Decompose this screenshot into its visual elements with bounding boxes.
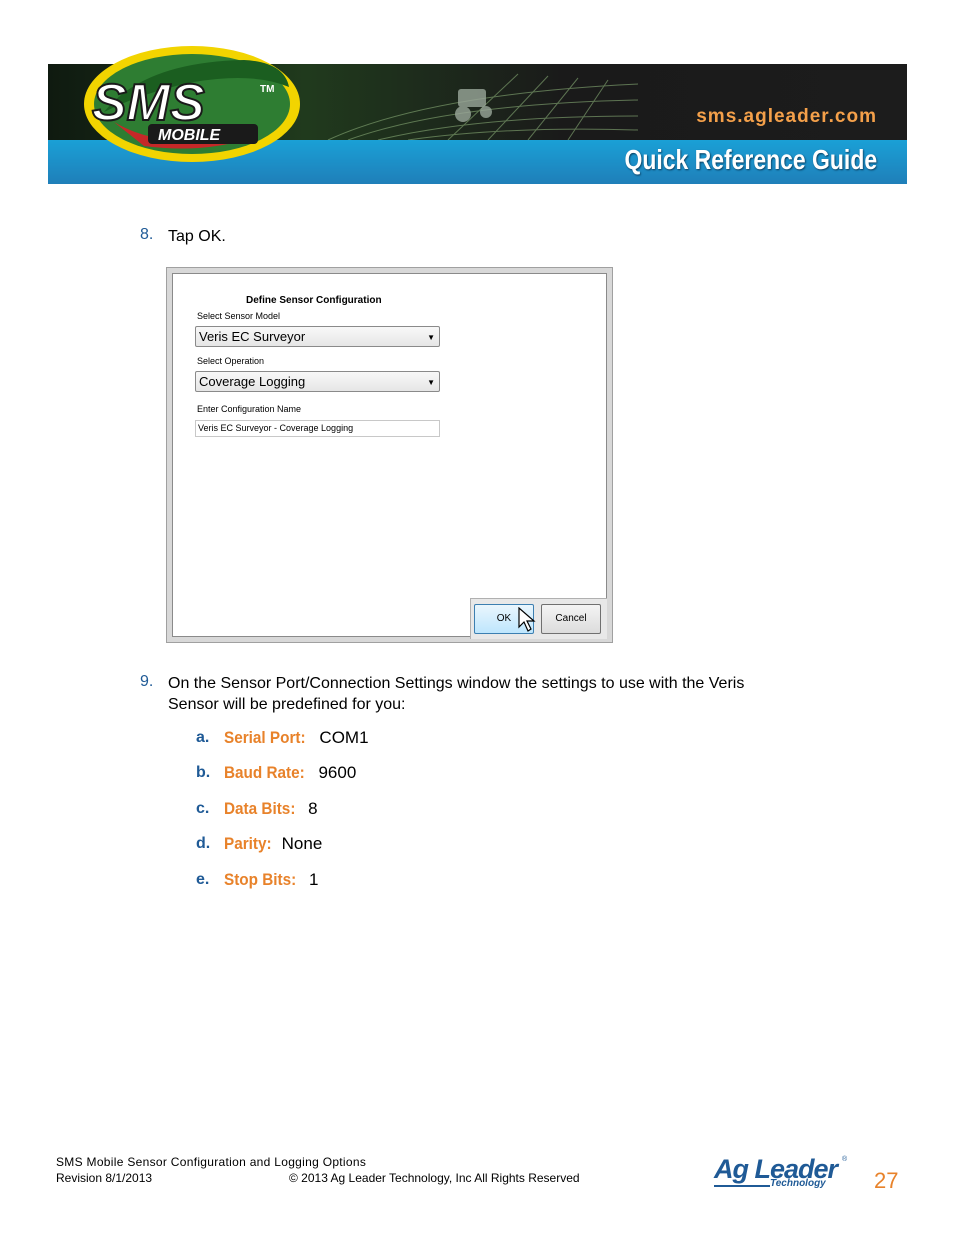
step-8-prefix: Tap — [168, 228, 199, 245]
step-9-bold-2a: Veris — [708, 675, 745, 692]
setting-letter-b: b. — [196, 764, 211, 781]
chevron-down-icon: ▼ — [427, 333, 435, 342]
step-9-text-3: will be predefined for you: — [218, 696, 406, 713]
setting-value: COM1 — [314, 728, 369, 747]
svg-text:MOBILE: MOBILE — [158, 127, 222, 144]
step-9-text: On the Sensor Port/Connection Settings w… — [168, 673, 828, 715]
setting-label: Parity: — [224, 834, 272, 853]
step-9-text-1: On the — [168, 675, 221, 692]
setting-baud-rate: Baud Rate: 9600 — [224, 763, 356, 783]
chevron-down-icon: ▼ — [427, 378, 435, 387]
step-8-number: 8. — [140, 226, 154, 243]
setting-letter-a: a. — [196, 729, 210, 746]
step-8-bold: OK — [198, 228, 222, 245]
logo-sub-text: MOBILE — [158, 127, 222, 144]
site-url: sms.agleader.com — [696, 106, 877, 127]
guide-title: Quick Reference Guide — [624, 144, 877, 175]
footer-revision: Revision 8/1/2013 — [56, 1171, 153, 1185]
ag-leader-underline — [714, 1185, 770, 1187]
setting-label: Serial Port: — [224, 728, 306, 747]
dialog-button-bar: OK Cancel — [470, 598, 607, 639]
ag-leader-logo: Ag Leader ® Technology — [714, 1154, 854, 1192]
header-banner: SMS TM MOBILE sms.agleader.com Quick Ref… — [48, 46, 907, 184]
step-9-number: 9. — [140, 673, 154, 690]
sms-mobile-logo: SMS TM MOBILE — [84, 46, 300, 162]
sensor-model-select[interactable]: Veris EC Surveyor ▼ — [195, 326, 440, 347]
setting-letter-e: e. — [196, 871, 210, 888]
sensor-model-value: Veris EC Surveyor — [199, 329, 306, 344]
step-9-bold-2b: Sensor — [168, 696, 219, 713]
field-grid-graphic — [327, 73, 638, 140]
sensor-model-label: Select Sensor Model — [197, 311, 281, 321]
setting-letter-d: d. — [196, 835, 211, 852]
step-9-text-2: window the settings to use with the — [452, 675, 709, 692]
ag-leader-reg-mark: ® — [842, 1156, 848, 1163]
setting-letter-c: c. — [196, 800, 210, 817]
logo-main-text: SMS — [92, 74, 205, 132]
ag-leader-technology: Technology — [770, 1178, 826, 1189]
setting-label: Baud Rate: — [224, 763, 305, 782]
config-name-label: Enter Configuration Name — [197, 404, 302, 414]
setting-value: 1 — [304, 870, 319, 889]
setting-stop-bits: Stop Bits: 1 — [224, 870, 318, 890]
footer-doc-title: SMS Mobile Sensor Configuration and Logg… — [56, 1155, 367, 1169]
svg-text:SMS: SMS — [92, 74, 205, 132]
setting-label: Data Bits: — [224, 799, 296, 818]
svg-text:TM: TM — [260, 84, 274, 95]
sensor-config-dialog: Define Sensor Configuration Select Senso… — [166, 267, 613, 643]
dialog-content: Define Sensor Configuration Select Senso… — [172, 273, 607, 639]
setting-serial-port: Serial Port: COM1 — [224, 728, 369, 748]
logo-tm-text: TM — [260, 84, 274, 95]
cancel-button[interactable]: Cancel — [541, 604, 601, 634]
setting-value: 8 — [303, 799, 318, 818]
step-8-text: Tap OK. — [168, 226, 226, 247]
page-number: 27 — [874, 1168, 899, 1193]
mouse-pointer-icon — [518, 607, 536, 632]
setting-data-bits: Data Bits: 8 — [224, 799, 318, 819]
config-name-input[interactable]: Veris EC Surveyor - Coverage Logging — [195, 420, 440, 437]
footer-copyright: © 2013 Ag Leader Technology, Inc All Rig… — [289, 1171, 580, 1185]
setting-value: None — [276, 834, 323, 853]
setting-parity: Parity: None — [224, 834, 322, 854]
operation-select[interactable]: Coverage Logging ▼ — [195, 371, 440, 392]
operation-value: Coverage Logging — [199, 374, 306, 389]
operation-label: Select Operation — [197, 356, 265, 366]
step-9-bold-1: Sensor Port/Connection Settings — [220, 675, 453, 692]
setting-value: 9600 — [313, 763, 357, 782]
dialog-title: Define Sensor Configuration — [246, 295, 382, 306]
step-8-suffix: . — [221, 228, 226, 245]
setting-label: Stop Bits: — [224, 870, 297, 889]
